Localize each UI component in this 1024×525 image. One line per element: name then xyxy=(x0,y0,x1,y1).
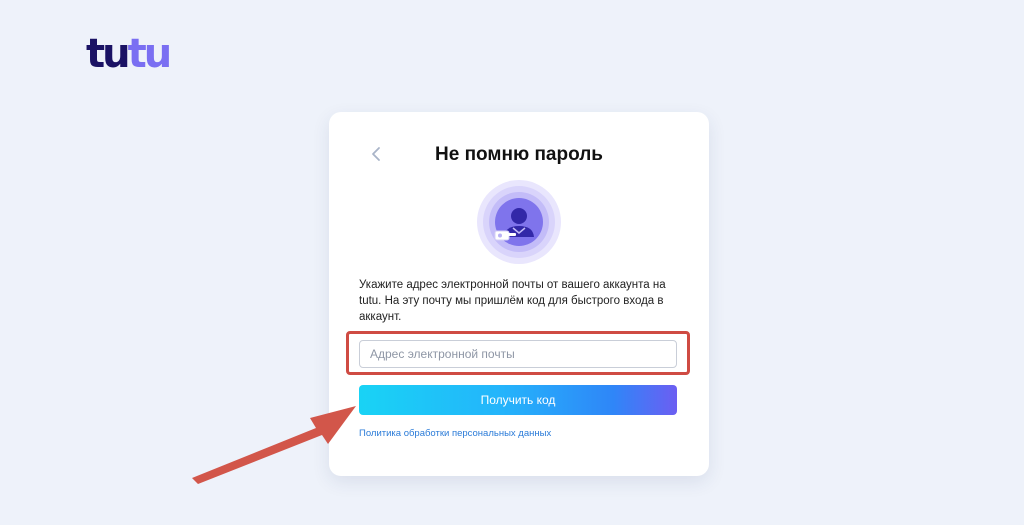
page-title: Не помню пароль xyxy=(435,144,603,165)
page: tutu Не помню пароль Укажите адрес элект… xyxy=(0,0,1024,525)
tutu-logo[interactable]: tutu xyxy=(86,31,173,77)
logo-part-dark: tu xyxy=(86,31,131,77)
instruction-text: Укажите адрес электронной почты от вашег… xyxy=(359,279,666,323)
get-code-button[interactable]: Получить код xyxy=(359,385,677,415)
email-field[interactable] xyxy=(359,340,677,368)
logo-part-light: tu xyxy=(127,31,173,77)
user-key-icon xyxy=(477,180,561,264)
password-recovery-card: Не помню пароль Укажите адрес электронно… xyxy=(329,112,709,476)
privacy-policy-link[interactable]: Политика обработки персональных данных xyxy=(359,428,551,439)
